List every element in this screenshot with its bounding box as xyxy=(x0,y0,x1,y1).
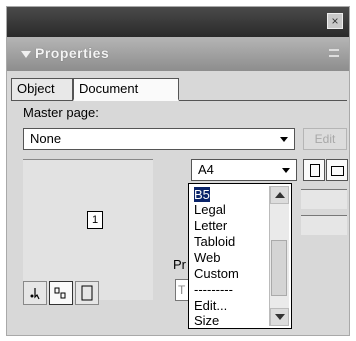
list-item[interactable]: Tabloid xyxy=(194,234,235,249)
panel-titlebar: × xyxy=(7,7,349,37)
list-item[interactable]: Custom xyxy=(194,266,239,281)
close-icon[interactable]: × xyxy=(327,13,343,29)
printer-resolution-field[interactable]: T xyxy=(175,279,189,301)
orientation-buttons xyxy=(303,159,349,181)
width-field[interactable] xyxy=(301,189,347,209)
landscape-icon[interactable] xyxy=(326,159,348,181)
list-item[interactable]: Size xyxy=(194,313,219,328)
page-size-dropdown[interactable]: A4 xyxy=(191,159,297,181)
panel-header[interactable]: Properties xyxy=(7,37,349,71)
page-number: 1 xyxy=(91,214,99,226)
page-size-list[interactable]: B5 Legal Letter Tabloid Web Custom -----… xyxy=(188,183,292,329)
tab-document[interactable]: Document xyxy=(73,78,179,101)
page-layout-buttons xyxy=(23,281,101,307)
collapse-arrow-icon[interactable] xyxy=(21,50,31,58)
printer-resolution-label: Pr xyxy=(173,257,186,272)
tab-object-label: Object xyxy=(17,81,55,96)
list-item[interactable]: B5 xyxy=(194,187,210,202)
list-scrollbar[interactable] xyxy=(269,186,289,326)
panel-title-text: Properties xyxy=(35,45,110,61)
chevron-down-icon[interactable] xyxy=(277,132,291,146)
portrait-icon[interactable] xyxy=(303,159,325,181)
scroll-up-icon[interactable] xyxy=(270,186,289,204)
page-thumbnail[interactable]: 1 xyxy=(87,211,103,229)
facing-pages-icon[interactable] xyxy=(49,281,73,305)
master-page-value: None xyxy=(30,131,62,146)
pointer-tool-icon[interactable] xyxy=(23,281,47,305)
single-page-icon[interactable] xyxy=(75,281,99,305)
scrollbar-thumb[interactable] xyxy=(271,240,287,296)
tab-divider xyxy=(11,100,347,101)
master-page-label: Master page: xyxy=(23,105,99,120)
list-separator: --------- xyxy=(194,282,233,297)
list-item[interactable]: Edit... xyxy=(194,298,227,313)
edit-button[interactable]: Edit xyxy=(303,128,347,150)
page-preview-area xyxy=(23,159,153,300)
properties-panel: × Properties Object Document Master page… xyxy=(6,6,350,336)
list-item[interactable]: Legal xyxy=(194,202,226,217)
tab-document-label: Document xyxy=(79,81,139,96)
list-item[interactable]: Letter xyxy=(194,218,227,233)
list-item[interactable]: Web xyxy=(194,250,221,265)
panel-title: Properties xyxy=(21,45,109,61)
height-field[interactable] xyxy=(301,215,347,235)
scroll-down-icon[interactable] xyxy=(270,308,289,326)
master-page-dropdown[interactable]: None xyxy=(23,128,295,150)
chevron-down-icon[interactable] xyxy=(279,163,293,177)
tab-object[interactable]: Object xyxy=(11,78,73,100)
page-size-value: A4 xyxy=(198,162,214,177)
panel-menu-icon[interactable] xyxy=(329,49,339,57)
